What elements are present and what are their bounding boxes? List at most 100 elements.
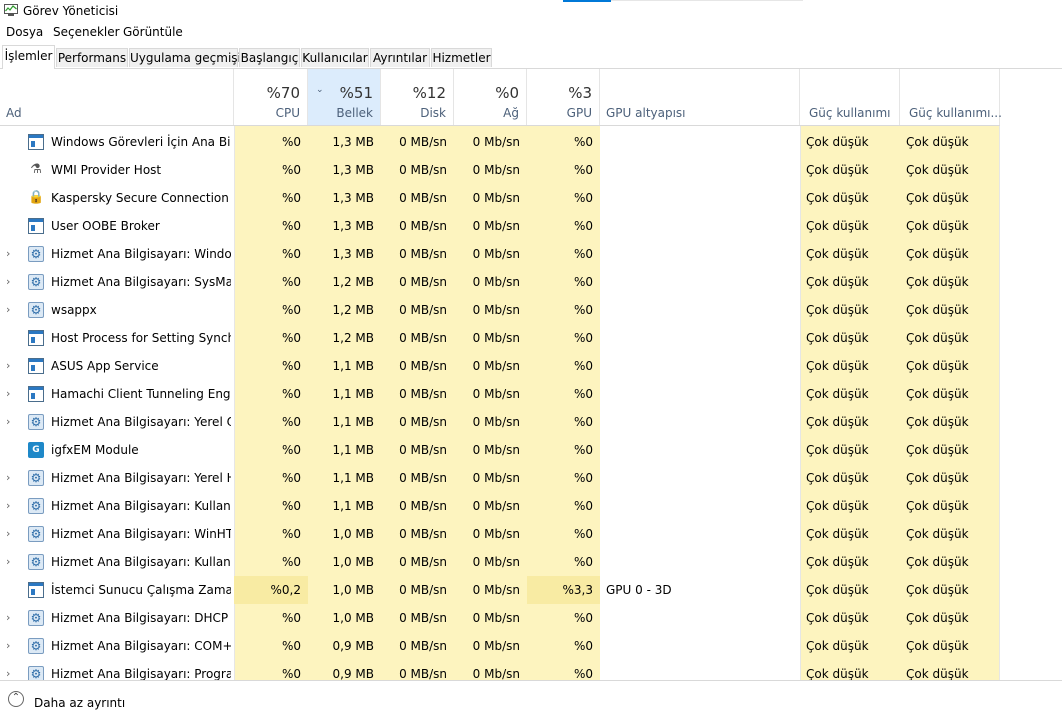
table-row[interactable]: User OOBE Broker %0 1,3 MB 0 MB/sn 0 Mb/sn %0… <box>0 212 1000 240</box>
table-row[interactable]: › Hamachi Client Tunneling Engine %0 1,1 MB… <box>0 380 1000 408</box>
expand-chevron-icon[interactable]: › <box>6 632 10 660</box>
table-row[interactable]: Windows Görevleri İçin Ana Bilgisayar %0 1… <box>0 128 1000 156</box>
table-row[interactable]: › ⚙ Hizmet Ana Bilgisayarı: Yerel Oturum %0… <box>0 408 1000 436</box>
expand-chevron-icon[interactable]: › <box>6 464 10 492</box>
header-gpu[interactable]: %3 GPU <box>527 69 600 125</box>
power-trend-value: Çok düşük <box>906 135 969 149</box>
header-power-usage-label: Güç kullanımı <box>809 106 891 120</box>
gpu-engine-value <box>600 324 800 352</box>
disk-value: 0 MB/sn <box>399 359 447 373</box>
tab-app-history[interactable]: Uygulama geçmişi <box>129 48 241 67</box>
power-trend-value: Çok düşük <box>906 527 969 541</box>
power-trend-value: Çok düşük <box>906 667 969 680</box>
power-usage-value: Çok düşük <box>806 219 869 233</box>
tab-performance[interactable]: Performans <box>56 48 128 67</box>
table-row[interactable]: GigfxEM Module %0 1,1 MB 0 MB/sn 0 Mb/sn %0 Ço… <box>0 436 1000 464</box>
table-row[interactable]: › ⚙ Hizmet Ana Bilgisayarı: Yerel Hizmet %0… <box>0 464 1000 492</box>
service-gear-icon: ⚙ <box>28 638 44 654</box>
expand-chevron-icon[interactable]: › <box>6 380 10 408</box>
gpu-engine-value <box>600 184 800 212</box>
process-table: Ad %70 CPU ⌄ %51 Bellek %12 Disk %0 Ağ %… <box>0 69 1062 680</box>
service-gear-icon: ⚙ <box>28 526 44 542</box>
tab-services[interactable]: Hizmetler <box>431 48 492 67</box>
power-usage-value: Çok düşük <box>806 611 869 625</box>
gpu-engine-value <box>600 156 800 184</box>
table-row[interactable]: 🔒 Kaspersky Secure Connection (32 bit) %0 1… <box>0 184 1000 212</box>
table-row[interactable]: › ⚙ Hizmet Ana Bilgisayarı: Kullanıcı %0 1,0… <box>0 548 1000 576</box>
header-divider <box>0 125 1000 126</box>
header-gpu-engine[interactable]: GPU altyapısı <box>600 69 800 125</box>
table-row[interactable]: › ⚙ Hizmet Ana Bilgisayarı: Kullanıcı %0 1,1… <box>0 492 1000 520</box>
header-network-label: Ağ <box>503 106 519 120</box>
memory-value: 1,2 MB <box>332 303 374 317</box>
process-name-cell: GigfxEM Module <box>0 436 234 464</box>
table-row[interactable]: › ⚙ Hizmet Ana Bilgisayarı: WinHTTP %0 1,0 M… <box>0 520 1000 548</box>
tab-users[interactable]: Kullanıcılar <box>301 48 369 67</box>
table-row[interactable]: › ⚙ Hizmet Ana Bilgisayarı: DHCP İstemcisi… <box>0 604 1000 632</box>
expand-chevron-icon[interactable]: › <box>6 296 10 324</box>
disk-value: 0 MB/sn <box>399 191 447 205</box>
process-name: Hizmet Ana Bilgisayarı: DHCP İstemcisi <box>51 611 231 625</box>
menu-options[interactable]: Seçenekler <box>53 25 120 39</box>
expand-chevron-icon[interactable]: › <box>6 492 10 520</box>
expand-chevron-icon[interactable]: › <box>6 268 10 296</box>
header-cpu-total: %70 <box>266 84 300 102</box>
memory-value: 1,1 MB <box>332 415 374 429</box>
table-row[interactable]: › ⚙ Hizmet Ana Bilgisayarı: Program Uyumlu… <box>0 660 1000 680</box>
table-row[interactable]: › ⚙ Hizmet Ana Bilgisayarı: COM+ Olay Sist… <box>0 632 1000 660</box>
table-row[interactable]: › ⚙ Hizmet Ana Bilgisayarı: Windows %0 1,3 M… <box>0 240 1000 268</box>
chevron-up-icon[interactable]: ⌃ <box>8 691 24 707</box>
network-value: 0 Mb/sn <box>472 135 520 149</box>
process-name: igfxEM Module <box>51 443 139 457</box>
process-name-cell: › ASUS App Service <box>0 352 234 380</box>
tab-startup[interactable]: Başlangıç <box>239 48 300 67</box>
table-row[interactable]: › ASUS App Service %0 1,1 MB 0 MB/sn 0 Mb/sn%… <box>0 352 1000 380</box>
expand-chevron-icon[interactable]: › <box>6 240 10 268</box>
process-name-cell: › ⚙ wsappx <box>0 296 234 324</box>
expand-chevron-icon[interactable]: › <box>6 352 10 380</box>
network-value: 0 Mb/sn <box>472 499 520 513</box>
header-memory[interactable]: ⌄ %51 Bellek <box>308 69 381 125</box>
process-name-cell: › ⚙ Hizmet Ana Bilgisayarı: WinHTTP <box>0 520 234 548</box>
power-usage-value: Çok düşük <box>806 275 869 289</box>
header-power-usage[interactable]: Güç kullanımı <box>800 69 900 125</box>
task-manager-icon <box>4 4 18 16</box>
table-row[interactable]: İstemci Sunucu Çalışma Zamanı %0,2 1,0 MB 0… <box>0 576 1000 604</box>
cpu-value: %0 <box>281 135 301 149</box>
cpu-value: %0 <box>281 163 301 177</box>
header-disk-total: %12 <box>412 84 446 102</box>
expand-chevron-icon[interactable]: › <box>6 548 10 576</box>
tab-processes[interactable]: İşlemler <box>2 45 55 69</box>
menu-view[interactable]: Görüntüle <box>123 25 183 39</box>
network-value: 0 Mb/sn <box>472 471 520 485</box>
header-power-trend[interactable]: Güç kullanımı... <box>900 69 1002 125</box>
table-row[interactable]: › ⚙ wsappx %0 1,2 MB 0 MB/sn 0 Mb/sn %0 Çok düşü… <box>0 296 1000 324</box>
tab-details[interactable]: Ayrıntılar <box>370 48 430 67</box>
gpu-engine-value <box>600 128 800 156</box>
header-cpu[interactable]: %70 CPU <box>234 69 308 125</box>
expand-chevron-icon[interactable]: › <box>6 604 10 632</box>
table-row[interactable]: ⚗ WMI Provider Host %0 1,3 MB 0 MB/sn 0 Mb/sn… <box>0 156 1000 184</box>
gpu-value: %0 <box>573 499 593 513</box>
expand-chevron-icon[interactable]: › <box>6 408 10 436</box>
header-disk[interactable]: %12 Disk <box>381 69 454 125</box>
process-name: Kaspersky Secure Connection (32 bit) <box>51 191 231 205</box>
table-row[interactable]: › ⚙ Hizmet Ana Bilgisayarı: SysMain %0 1,2 M… <box>0 268 1000 296</box>
gpu-value: %3,3 <box>527 576 600 604</box>
memory-value: 1,0 MB <box>332 583 374 597</box>
disk-value: 0 MB/sn <box>399 247 447 261</box>
memory-value: 1,0 MB <box>332 527 374 541</box>
menu-file[interactable]: Dosya <box>6 25 43 39</box>
header-network[interactable]: %0 Ağ <box>454 69 527 125</box>
network-value: 0 Mb/sn <box>472 163 520 177</box>
service-gear-icon: ⚙ <box>28 554 44 570</box>
network-value: 0 Mb/sn <box>472 331 520 345</box>
expand-chevron-icon[interactable]: › <box>6 520 10 548</box>
table-row[interactable]: Host Process for Setting Synchronization… <box>0 324 1000 352</box>
header-name[interactable]: Ad <box>0 69 234 125</box>
gpu-value: %0 <box>573 471 593 485</box>
expand-chevron-icon[interactable]: › <box>6 660 10 680</box>
process-name: Hizmet Ana Bilgisayarı: SysMain <box>51 275 231 289</box>
fewer-details-link[interactable]: Daha az ayrıntı <box>34 696 125 710</box>
cpu-value: %0 <box>281 219 301 233</box>
